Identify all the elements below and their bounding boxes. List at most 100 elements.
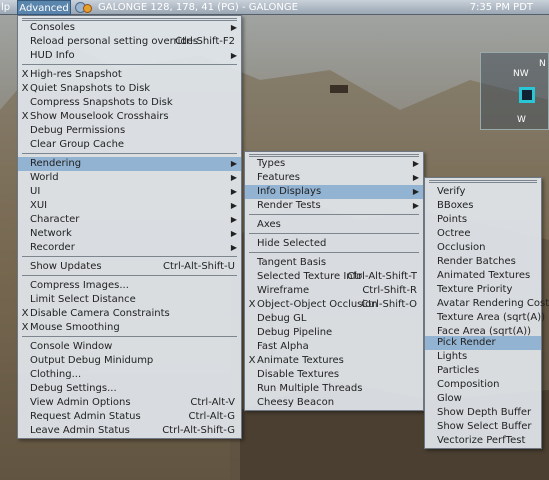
submenu-arrow-icon: ▶ [230,187,237,196]
menu-item-bboxes[interactable]: BBoxes [425,199,541,213]
menu-item-label: Vectorize PerfTest [437,435,526,446]
menu-item-disable-camera-constraints[interactable]: X Disable Camera Constraints [18,307,241,321]
menu-item-clear-group-cache[interactable]: Clear Group Cache [18,138,241,152]
menu-item-high-res-snapshot[interactable]: X High-res Snapshot [18,68,241,82]
menu-item-glow[interactable]: Glow [425,392,541,406]
submenu-arrow-icon: ▶ [230,51,237,60]
menu-item-show-depth-buffer[interactable]: Show Depth Buffer [425,406,541,420]
menu-item-vectorize-perftest[interactable]: Vectorize PerfTest [425,434,541,448]
menu-item-avatar-rendering-cost[interactable]: Avatar Rendering Cost [425,297,549,311]
menu-item-network[interactable]: Network ▶ [18,227,241,241]
menu-item-label: Verify [437,186,466,197]
menu-item-tangent-basis[interactable]: Tangent Basis [245,256,423,270]
menu-item-run-multiple-threads[interactable]: Run Multiple Threads [245,382,423,396]
menu-item-label: Rendering [30,158,82,169]
checkmark-icon: X [248,355,256,366]
menu-item-consoles[interactable]: Consoles ▶ [18,21,241,35]
menu-item-label: Texture Area (sqrt(A)) [437,312,546,323]
menu-item-rendering[interactable]: Rendering ▶ [18,157,241,171]
menu-item-label: Show Updates [30,261,102,272]
menu-item-leave-admin-status[interactable]: Leave Admin Status Ctrl-Alt-Shift-G [18,424,241,438]
menu-separator [249,214,419,215]
menu-item-debug-permissions[interactable]: Debug Permissions [18,124,241,138]
menu-item-request-admin-status[interactable]: Request Admin Status Ctrl-Alt-G [18,410,241,424]
menu-item-label: Leave Admin Status [30,425,130,436]
menu-item-fast-alpha[interactable]: Fast Alpha [245,340,423,354]
menu-item-debug-pipeline[interactable]: Debug Pipeline [245,326,423,340]
menu-item-show-select-buffer[interactable]: Show Select Buffer [425,420,541,434]
menu-item-clothing[interactable]: Clothing... [18,368,241,382]
menu-separator [22,153,237,154]
menu-item-label: Console Window [30,341,113,352]
menu-item-character[interactable]: Character ▶ [18,213,241,227]
menu-item-view-admin-options[interactable]: View Admin Options Ctrl-Alt-V [18,396,241,410]
menu-item-lights[interactable]: Lights [425,350,541,364]
menu-item-octree[interactable]: Octree [425,227,541,241]
menu-item-animate-textures[interactable]: X Animate Textures [245,354,423,368]
menu-item-debug-gl[interactable]: Debug GL [245,312,423,326]
menu-item-recorder[interactable]: Recorder ▶ [18,241,241,255]
menu-item-output-debug-minidump[interactable]: Output Debug Minidump [18,354,241,368]
menu-item-label: Character [30,214,80,225]
menu-item-console-window[interactable]: Console Window [18,340,241,354]
menu-item-composition[interactable]: Composition [425,378,541,392]
checkmark-icon: X [21,83,29,94]
menu-item-xui[interactable]: XUI ▶ [18,199,241,213]
menu-item-mouse-smoothing[interactable]: X Mouse Smoothing [18,321,241,335]
menu-advanced[interactable]: Advanced [17,0,71,15]
menu-item-render-batches[interactable]: Render Batches [425,255,541,269]
checkmark-icon: X [248,299,256,310]
menu-item-verify[interactable]: Verify [425,185,541,199]
menu-item-selected-texture-info[interactable]: Selected Texture Info Ctrl-Alt-Shift-T [245,270,423,284]
info-displays-menu: Verify BBoxes Points Octree Occlusion Render … [424,177,549,449]
menu-item-types[interactable]: Types ▶ [245,157,423,171]
minimap[interactable]: NW N W [480,52,549,130]
menu-item-texture-priority[interactable]: Texture Priority [425,283,541,297]
menu-item-label: Disable Camera Constraints [30,308,170,319]
menu-item-hide-selected[interactable]: Hide Selected [245,237,423,251]
menu-bar: lp Advanced GALONGE 128, 178, 41 (PG) - … [0,0,549,15]
menu-item-features[interactable]: Features ▶ [245,171,423,185]
menu-item-show-mouselook-crosshairs[interactable]: X Show Mouselook Crosshairs [18,110,241,124]
menu-item-render-tests[interactable]: Render Tests ▶ [245,199,423,213]
menu-item-object-object-occlusion[interactable]: X Object-Object Occlusion Ctrl-Shift-O [245,298,423,312]
menu-item-pick-render[interactable]: Pick Render [425,336,541,350]
menu-item-points[interactable]: Points [425,213,541,227]
rendering-menu: Types ▶ Features ▶ Info Displays ▶ Render Test… [244,151,424,411]
menu-item-label: Debug GL [257,313,307,324]
menu-item-show-updates[interactable]: Show Updates Ctrl-Alt-Shift-U [18,260,241,274]
menu-item-label: Show Depth Buffer [437,407,532,418]
menu-item-debug-settings[interactable]: Debug Settings... [18,382,241,396]
menu-item-occlusion[interactable]: Occlusion [425,241,541,255]
menu-item-label: Render Tests [257,200,321,211]
menu-item-wireframe[interactable]: Wireframe Ctrl-Shift-R [245,284,423,298]
menu-item-texture-area-sqrt-a[interactable]: Texture Area (sqrt(A)) [425,311,545,325]
menu-item-label: Fast Alpha [257,341,309,352]
menu-item-ui[interactable]: UI ▶ [18,185,241,199]
menu-item-info-displays[interactable]: Info Displays ▶ [245,185,423,199]
menu-item-hud-info[interactable]: HUD Info ▶ [18,49,241,63]
menu-item-compress-snapshots-to-disk[interactable]: Compress Snapshots to Disk [18,96,241,110]
menu-item-shortcut: Ctrl-Alt-V [190,397,235,408]
menu-item-label: Consoles [30,22,75,33]
submenu-arrow-icon: ▶ [412,187,419,196]
menu-item-label: Output Debug Minidump [30,355,154,366]
menu-item-limit-select-distance[interactable]: Limit Select Distance [18,293,241,307]
menu-item-compress-images[interactable]: Compress Images... [18,279,241,293]
menu-item-reload-personal-setting-overrides[interactable]: Reload personal setting overrides Ctrl-Sh… [18,35,241,49]
menu-separator [22,275,237,276]
menu-help[interactable]: lp [0,0,16,15]
tear-off-bar[interactable] [429,180,537,183]
menu-item-disable-textures[interactable]: Disable Textures [245,368,423,382]
menu-item-axes[interactable]: Axes [245,218,423,232]
menu-item-world[interactable]: World ▶ [18,171,241,185]
submenu-arrow-icon: ▶ [230,23,237,32]
menu-item-animated-textures[interactable]: Animated Textures [425,269,541,283]
location-text[interactable]: GALONGE 128, 178, 41 (PG) - GALONGE [98,0,368,15]
menu-item-cheesy-beacon[interactable]: Cheesy Beacon [245,396,423,410]
submenu-arrow-icon: ▶ [230,201,237,210]
menu-item-particles[interactable]: Particles [425,364,541,378]
menu-separator [22,64,237,65]
menu-item-label: Mouse Smoothing [30,322,120,333]
menu-item-quiet-snapshots-to-disk[interactable]: X Quiet Snapshots to Disk [18,82,241,96]
